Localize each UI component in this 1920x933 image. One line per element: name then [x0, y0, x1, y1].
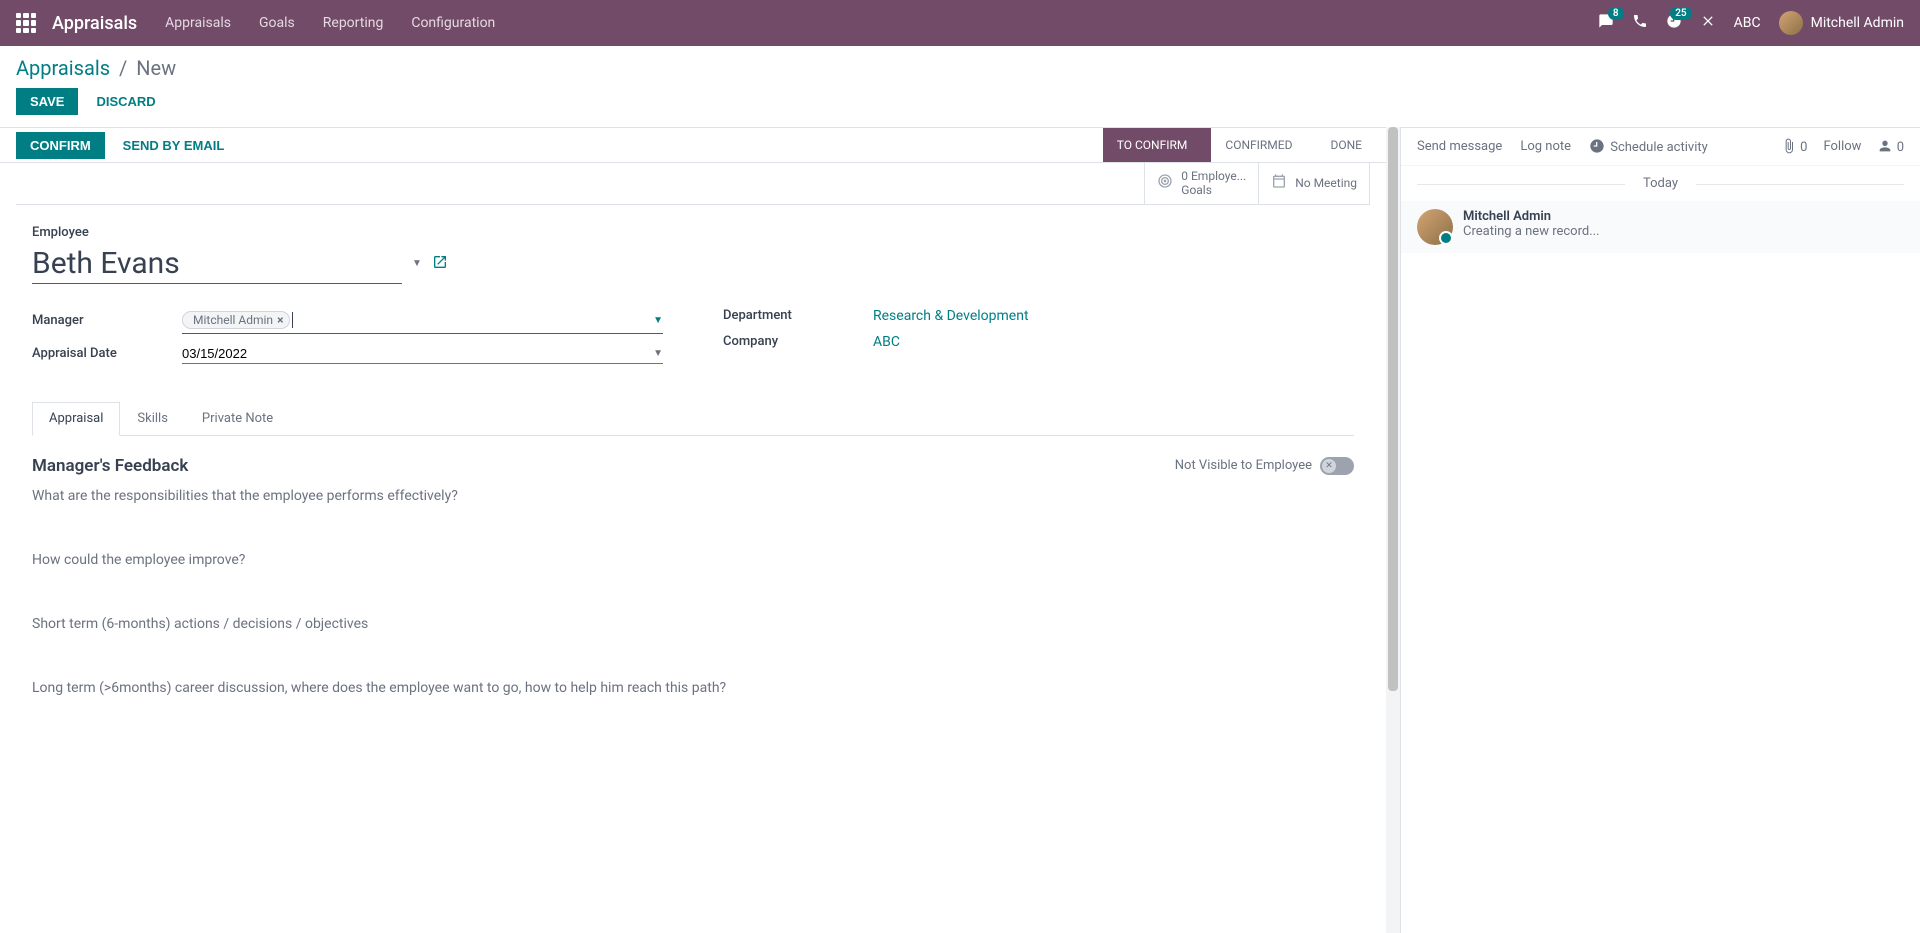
department-value[interactable]: Research & Development [873, 308, 1354, 324]
apps-icon[interactable] [16, 13, 36, 33]
stat-goals[interactable]: 0 Employe... Goals [1144, 163, 1258, 204]
nav-menu: Appraisals Goals Reporting Configuration [165, 15, 495, 31]
department-label: Department [723, 308, 873, 323]
form-scrollbar[interactable] [1386, 127, 1400, 933]
department-field: Department Research & Development [723, 308, 1354, 324]
main-area: CONFIRM SEND BY EMAIL TO CONFIRM CONFIRM… [0, 127, 1920, 933]
form-body: Employee Beth Evans ▼ Manager Mitchell A… [0, 205, 1386, 784]
question-2[interactable]: How could the employee improve? [32, 552, 1354, 568]
save-button[interactable]: SAVE [16, 88, 78, 115]
stat-meeting-text: No Meeting [1295, 176, 1357, 190]
company-value[interactable]: ABC [873, 334, 1354, 350]
manager-dropdown-icon[interactable]: ▼ [653, 315, 663, 326]
follow-button[interactable]: Follow [1823, 139, 1861, 154]
stat-buttons: 0 Employe... Goals No Meeting [16, 163, 1370, 205]
message-author: Mitchell Admin [1463, 209, 1904, 224]
calendar-icon [1271, 173, 1287, 194]
tab-content: Manager's Feedback Not Visible to Employ… [32, 436, 1354, 764]
tag-remove-icon[interactable]: × [277, 313, 283, 327]
feedback-title: Manager's Feedback [32, 456, 188, 476]
nav-goals[interactable]: Goals [259, 15, 295, 31]
topbar-right: 8 25 ABC Mitchell Admin [1598, 11, 1904, 35]
company-label: Company [723, 334, 873, 349]
manager-field: Manager Mitchell Admin × ▼ [32, 308, 663, 334]
text-cursor [292, 312, 293, 328]
manager-label: Manager [32, 313, 182, 328]
question-3[interactable]: Short term (6-months) actions / decision… [32, 616, 1354, 632]
header-actions: CONFIRM SEND BY EMAIL [0, 132, 238, 159]
external-link-icon[interactable] [432, 254, 448, 274]
form-header: CONFIRM SEND BY EMAIL TO CONFIRM CONFIRM… [0, 128, 1386, 163]
send-email-button[interactable]: SEND BY EMAIL [109, 132, 239, 159]
send-message-button[interactable]: Send message [1417, 139, 1502, 154]
date-label: Appraisal Date [32, 346, 182, 361]
visibility-toggle[interactable] [1320, 457, 1354, 475]
manager-tag: Mitchell Admin × [182, 311, 290, 329]
date-input[interactable]: ▼ [182, 344, 663, 364]
clock-icon[interactable]: 25 [1666, 13, 1682, 33]
manager-input[interactable]: Mitchell Admin × ▼ [182, 308, 663, 334]
message-avatar [1417, 209, 1453, 245]
nav-appraisals[interactable]: Appraisals [165, 15, 231, 31]
attachment-count[interactable]: 0 [1781, 138, 1808, 155]
message-text: Creating a new record... [1463, 224, 1904, 239]
close-icon[interactable] [1700, 13, 1716, 33]
breadcrumb-row: Appraisals / New [0, 46, 1920, 80]
employee-name-input[interactable]: Beth Evans [32, 244, 402, 284]
user-avatar [1779, 11, 1803, 35]
action-row: SAVE DISCARD [0, 80, 1920, 127]
breadcrumb: Appraisals / New [16, 56, 1904, 80]
today-separator: Today [1401, 166, 1920, 201]
employee-dropdown-icon[interactable]: ▼ [412, 258, 422, 269]
status-to-confirm[interactable]: TO CONFIRM [1103, 128, 1212, 162]
nav-reporting[interactable]: Reporting [323, 15, 384, 31]
nav-configuration[interactable]: Configuration [411, 15, 495, 31]
chatter-right: 0 Follow 0 [1781, 138, 1904, 155]
tab-skills[interactable]: Skills [120, 402, 185, 435]
chat-badge: 8 [1608, 7, 1624, 20]
breadcrumb-current: New [136, 56, 176, 80]
toggle-label: Not Visible to Employee [1175, 458, 1312, 473]
breadcrumb-root[interactable]: Appraisals [16, 56, 110, 80]
log-note-button[interactable]: Log note [1520, 139, 1571, 154]
tab-private-note[interactable]: Private Note [185, 402, 290, 435]
follower-count[interactable]: 0 [1877, 138, 1904, 155]
user-menu[interactable]: Mitchell Admin [1779, 11, 1904, 35]
employee-label: Employee [32, 225, 1354, 240]
form-grid: Manager Mitchell Admin × ▼ Appraisal Dat… [32, 308, 1354, 374]
status-confirmed[interactable]: CONFIRMED [1211, 128, 1316, 162]
schedule-activity-button[interactable]: Schedule activity [1589, 138, 1708, 155]
question-1[interactable]: What are the responsibilities that the e… [32, 488, 1354, 504]
stat-goals-text: 0 Employe... Goals [1181, 169, 1246, 198]
company-name[interactable]: ABC [1734, 15, 1761, 31]
stat-meeting[interactable]: No Meeting [1258, 163, 1370, 204]
chatter-header: Send message Log note Schedule activity … [1401, 128, 1920, 166]
employee-field: Employee Beth Evans ▼ [32, 225, 1354, 284]
date-field: Appraisal Date ▼ [32, 344, 663, 364]
company-field: Company ABC [723, 334, 1354, 350]
tab-appraisal[interactable]: Appraisal [32, 402, 120, 436]
user-name: Mitchell Admin [1811, 15, 1904, 31]
breadcrumb-sep: / [119, 56, 127, 80]
date-dropdown-icon[interactable]: ▼ [653, 348, 663, 359]
feedback-header: Manager's Feedback Not Visible to Employ… [32, 456, 1354, 476]
clock-badge: 25 [1670, 7, 1691, 20]
topbar: Appraisals Appraisals Goals Reporting Co… [0, 0, 1920, 46]
status-done[interactable]: DONE [1316, 128, 1386, 162]
status-bar: TO CONFIRM CONFIRMED DONE [1103, 128, 1386, 162]
question-4[interactable]: Long term (>6months) career discussion, … [32, 680, 1354, 696]
confirm-button[interactable]: CONFIRM [16, 132, 105, 159]
target-icon [1157, 173, 1173, 194]
chat-icon[interactable]: 8 [1598, 13, 1614, 33]
date-value[interactable] [182, 346, 653, 361]
scrollbar-thumb[interactable] [1388, 127, 1398, 691]
discard-button[interactable]: DISCARD [82, 88, 169, 115]
form-column: CONFIRM SEND BY EMAIL TO CONFIRM CONFIRM… [0, 127, 1386, 933]
app-title[interactable]: Appraisals [52, 13, 137, 34]
visibility-toggle-wrap: Not Visible to Employee [1175, 457, 1354, 475]
chatter: Send message Log note Schedule activity … [1400, 127, 1920, 933]
message: Mitchell Admin Creating a new record... [1401, 201, 1920, 253]
tabs: Appraisal Skills Private Note [32, 402, 1354, 436]
phone-icon[interactable] [1632, 13, 1648, 33]
